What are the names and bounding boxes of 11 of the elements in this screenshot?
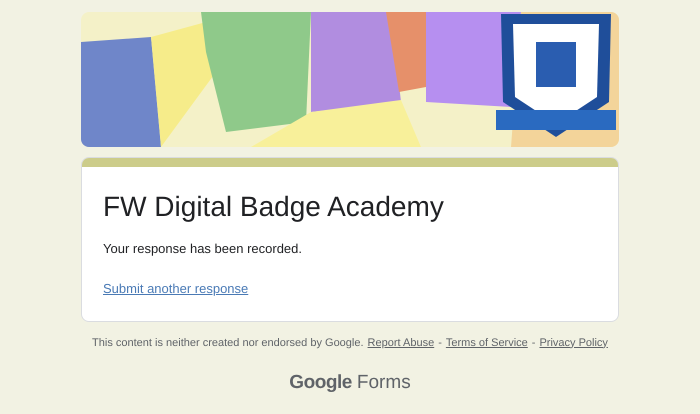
separator: -: [532, 336, 536, 350]
product-name: Forms: [356, 371, 411, 395]
submit-another-link[interactable]: Submit another response: [103, 278, 248, 298]
separator: -: [438, 336, 442, 350]
disclaimer-text: This content is neither created nor endorsed by Google.: [92, 336, 364, 350]
logo-wordmark: Google: [289, 371, 352, 395]
footer-link[interactable]: Privacy Policy: [539, 334, 608, 351]
footer-link[interactable]: Terms of Service: [446, 334, 528, 351]
confirmation-message: Your response has been recorded.: [103, 240, 303, 258]
footer-link[interactable]: Report Abuse: [368, 334, 434, 351]
form-title: FW Digital Badge Academy: [103, 190, 445, 224]
